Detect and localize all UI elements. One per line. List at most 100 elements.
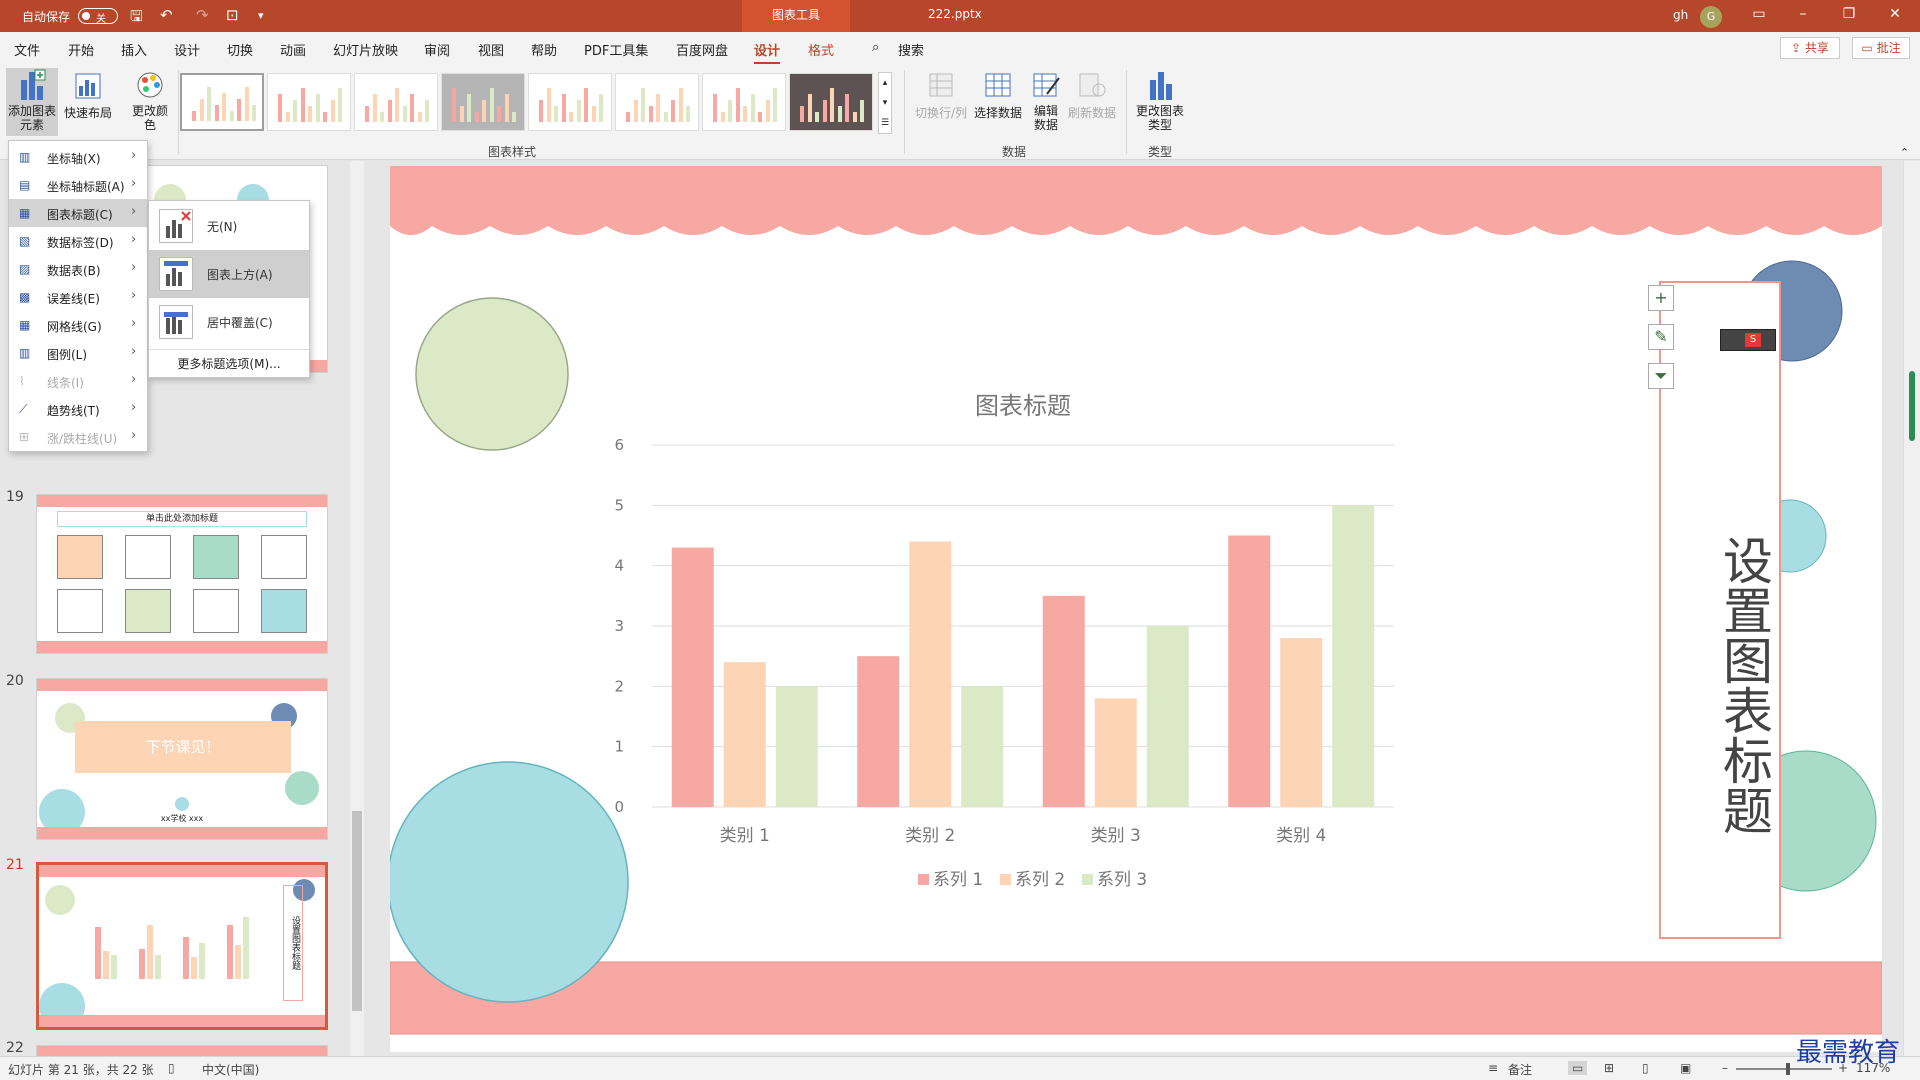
chart-styles-brush-button[interactable]: ✎ [1648, 324, 1674, 350]
tab-design-main[interactable]: 设计 [174, 40, 200, 59]
chart-style-thumbnail[interactable] [180, 73, 264, 131]
tab-view[interactable]: 视图 [478, 40, 504, 59]
chart-style-thumbnail[interactable] [789, 73, 873, 131]
chart-style-thumbnail[interactable] [528, 73, 612, 131]
menu-item-data-table[interactable]: ▨ 数据表(B) › [9, 255, 147, 283]
thumbnail-bar [815, 112, 819, 122]
zoom-out-icon[interactable]: – [1722, 1061, 1728, 1075]
notes-button[interactable]: 备注 [1508, 1061, 1532, 1078]
slideshow-icon[interactable]: ▣ [1680, 1061, 1691, 1075]
tab-pdf-tools[interactable]: PDF工具集 [584, 40, 648, 59]
quick-layout-button[interactable]: 快速布局 [62, 68, 114, 121]
share-button[interactable]: ⇪ 共享 [1780, 37, 1840, 59]
thumbnail-bar [678, 88, 683, 122]
tab-insert[interactable]: 插入 [121, 40, 147, 59]
restore-icon[interactable]: ❐ [1834, 6, 1864, 22]
vertical-title-text[interactable]: 设置图表标题 [1660, 282, 1780, 938]
menu-item-chart-title[interactable]: ▦ 图表标题(C) › [9, 199, 147, 227]
menu-item-label: 图表标题(C) [47, 208, 113, 222]
zoom-slider-thumb[interactable] [1786, 1063, 1790, 1075]
thumb20-banner: 下节课见！ [75, 721, 291, 773]
chart-style-thumbnail[interactable] [441, 73, 525, 131]
chart-style-thumbnail[interactable] [615, 73, 699, 131]
search-label[interactable]: 搜索 [898, 40, 924, 59]
submenu-item-none[interactable]: 无(N) [149, 202, 309, 250]
collapse-ribbon-icon[interactable]: ⌃ [1900, 146, 1909, 159]
submenu-item-centered-overlay[interactable]: 居中覆盖(C) [149, 298, 309, 346]
comment-button[interactable]: ▭ 批注 [1852, 37, 1910, 59]
redo-icon[interactable]: ↷ [196, 6, 209, 24]
change-colors-button[interactable]: 更改颜色 [126, 68, 174, 132]
undo-icon[interactable]: ↶ [160, 6, 173, 24]
menu-item-up-down-bars[interactable]: ⊞ 涨/跌柱线(U) › [9, 423, 147, 451]
gallery-scroll[interactable]: ▴ ▾ ☰ [878, 72, 892, 134]
slide[interactable]: 图表标题 0 1 2 3 4 5 6 类别 1 类别 2 类别 3 类别 4 系列 1 系列 2 系列 3 … [390, 166, 1882, 1052]
change-chart-type-button[interactable]: 更改图表类型 [1132, 68, 1188, 132]
slide-thumbnail-21[interactable]: 设置图表标题 [36, 862, 328, 1030]
notes-icon[interactable]: ≡ [1488, 1061, 1498, 1075]
edit-data-button[interactable]: 编辑数据 [1026, 68, 1066, 132]
spell-check-icon[interactable]: ▯ [168, 1061, 175, 1075]
save-icon[interactable]: 🖫 [130, 6, 143, 31]
chart-style-thumbnail[interactable] [354, 73, 438, 131]
normal-view-icon[interactable]: ▭ [1568, 1061, 1588, 1075]
add-chart-element-button[interactable]: 添加图表元素 [6, 68, 58, 136]
tab-baidu-netdisk[interactable]: 百度网盘 [676, 40, 728, 59]
lines-icon: ⌇ [19, 374, 25, 388]
select-data-button[interactable]: 选择数据 [970, 68, 1026, 121]
tab-file[interactable]: 文件 [14, 40, 40, 59]
menu-item-legend[interactable]: ▥ 图例(L) › [9, 339, 147, 367]
reading-view-icon[interactable]: ▯ [1642, 1061, 1649, 1075]
tab-chart-design[interactable]: 设计 [754, 40, 781, 64]
menu-item-gridlines[interactable]: ▦ 网格线(G) › [9, 311, 147, 339]
slide-number: 21 [6, 857, 24, 873]
canvas-scrollbar[interactable] [1903, 161, 1920, 1056]
submenu-item-above-chart[interactable]: 图表上方(A) [149, 250, 309, 298]
refresh-data-button[interactable]: 刷新数据 [1066, 68, 1118, 121]
tab-home[interactable]: 开始 [68, 40, 94, 59]
thumb-box [57, 589, 103, 633]
menu-item-data-labels[interactable]: ▧ 数据标签(D) › [9, 227, 147, 255]
chart-style-thumbnail[interactable] [702, 73, 786, 131]
menu-item-lines[interactable]: ⌇ 线条(I) › [9, 367, 147, 395]
tab-slideshow[interactable]: 幻灯片放映 [333, 40, 398, 59]
tab-format[interactable]: 格式 [808, 40, 834, 59]
chart-elements-plus-button[interactable]: + [1648, 285, 1674, 311]
scroll-thumb[interactable] [352, 811, 362, 1011]
tab-transitions[interactable]: 切换 [227, 40, 253, 59]
slide-panel-scrollbar[interactable] [350, 161, 364, 1056]
tab-help[interactable]: 帮助 [531, 40, 557, 59]
autosave-toggle[interactable]: 关 [78, 8, 118, 25]
bar-chart[interactable]: 图表标题 0 1 2 3 4 5 6 类别 1 类别 2 类别 3 类别 4 系列 1 系列 2 系列 3 [614, 392, 1394, 890]
menu-item-axes[interactable]: ▥ 坐标轴(X) › [9, 143, 147, 171]
thumbnail-bar [300, 88, 305, 122]
switch-row-col-button[interactable]: 切换行/列 [912, 68, 970, 121]
more-title-options[interactable]: 更多标题选项(M)... [149, 349, 309, 377]
menu-item-axis-titles[interactable]: ▤ 坐标轴标题(A) › [9, 171, 147, 199]
customize-qa-icon[interactable]: ▾ [258, 9, 264, 22]
ribbon-display-icon[interactable]: ▭ [1744, 6, 1774, 22]
slide-thumbnail-19[interactable]: 单击此处添加标题 [36, 494, 328, 654]
ime-toolbar[interactable]: S [1720, 329, 1776, 351]
slide-thumbnail-20[interactable]: 下节课见！ xx学校 xxx [36, 678, 328, 840]
avatar[interactable]: G [1700, 6, 1722, 28]
search-icon[interactable]: ⌕ [872, 40, 879, 55]
tab-review[interactable]: 审阅 [424, 40, 450, 59]
tab-animations[interactable]: 动画 [280, 40, 306, 59]
user-name[interactable]: gh [1673, 8, 1688, 22]
chart-filters-button[interactable]: ⏷ [1648, 363, 1674, 389]
close-icon[interactable]: ✕ [1880, 6, 1910, 22]
chart-style-thumbnail[interactable] [267, 73, 351, 131]
present-icon[interactable]: ⊡ [226, 6, 239, 24]
menu-item-error-bars[interactable]: ▩ 误差线(E) › [9, 283, 147, 311]
scroll-thumb[interactable] [1909, 371, 1915, 441]
slide-sorter-icon[interactable]: ⊞ [1604, 1061, 1614, 1075]
thumbnail-bar [293, 100, 297, 122]
thumbnail-bar [285, 112, 290, 122]
chart-title-icon: ▦ [19, 206, 31, 220]
bar-1-3 [1042, 595, 1085, 807]
minimize-icon[interactable]: – [1788, 6, 1818, 22]
language[interactable]: 中文(中国) [202, 1061, 259, 1078]
thumbnail-bar [599, 94, 603, 122]
menu-item-trendline[interactable]: ⟋ 趋势线(T) › [9, 395, 147, 423]
